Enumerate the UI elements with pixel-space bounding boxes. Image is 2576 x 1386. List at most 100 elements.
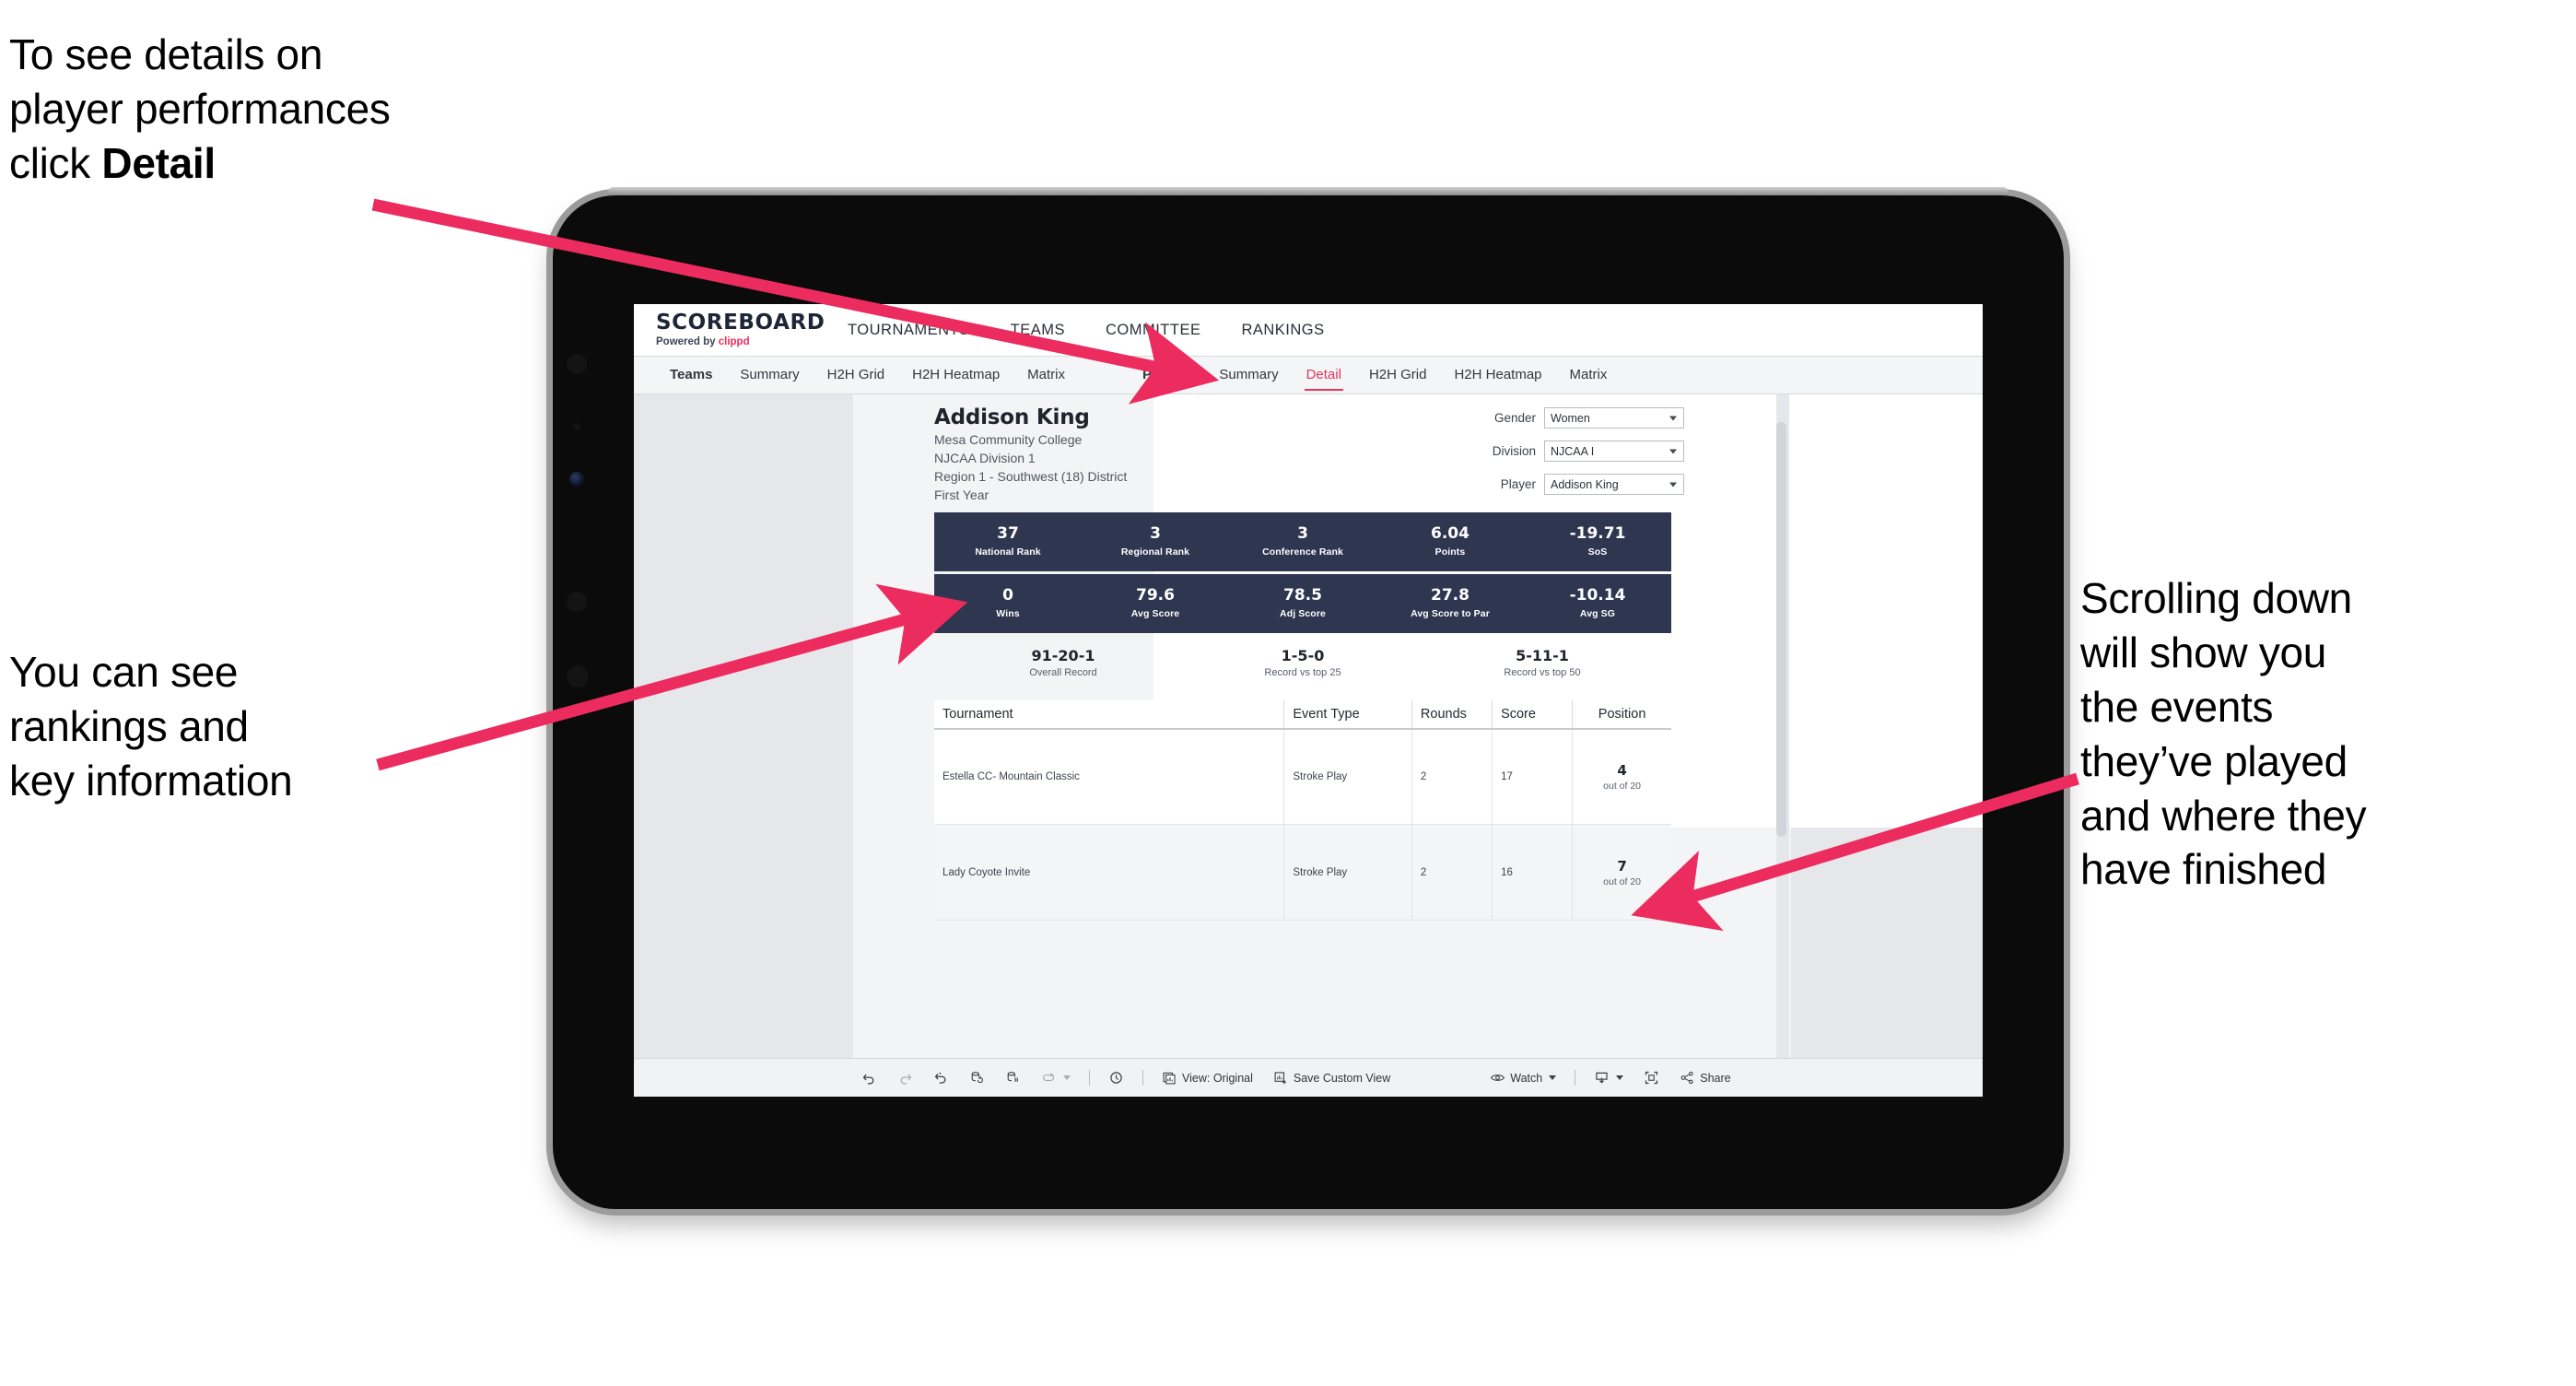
filter-label-player: Player <box>1500 477 1536 491</box>
download-button[interactable] <box>1584 1059 1633 1098</box>
viz-toolbar: View: Original Save Custom View Watch Sh… <box>634 1058 1983 1097</box>
cell-tournament: Estella CC- Mountain Classic <box>934 728 1284 826</box>
stat-conference-rank: 3 Conference Rank <box>1229 524 1376 558</box>
stat-label: SoS <box>1587 546 1608 558</box>
nav-item-rankings[interactable]: RANKINGS <box>1221 304 1344 356</box>
app-header: SCOREBOARD Powered by clippd TOURNAMENTS… <box>634 304 1983 356</box>
cell-rounds: 2 <box>1411 728 1493 826</box>
revert-button[interactable] <box>923 1059 959 1098</box>
scoreboard-logo[interactable]: SCOREBOARD Powered by clippd <box>647 311 825 348</box>
table-row[interactable]: Estella CC- Mountain Classic Stroke Play… <box>934 728 1671 826</box>
record-vs-top-25: 1-5-0 Record vs top 25 <box>1183 647 1423 678</box>
record-vs-top-50: 5-11-1 Record vs top 50 <box>1423 646 1662 678</box>
front-camera-icon <box>569 472 584 487</box>
tab-teams-matrix[interactable]: Matrix <box>1013 356 1079 394</box>
table-row[interactable]: Lady Coyote Invite Stroke Play 2 16 7 ou… <box>934 824 1671 922</box>
callout-scroll-down: Scrolling down will show you the events … <box>2080 571 2513 897</box>
stat-label: Wins <box>996 607 1020 619</box>
vertical-scrollbar[interactable] <box>1776 394 1789 1058</box>
filter-row-player: Player Addison King <box>1472 474 1684 495</box>
stat-value: 79.6 <box>1136 586 1175 605</box>
redo-icon <box>900 1074 912 1085</box>
filter-label-gender: Gender <box>1493 411 1536 425</box>
dashboard-sheet: Addison King Mesa Community College NJCA… <box>853 394 1983 1058</box>
record-label: Overall Record <box>1029 666 1097 678</box>
refresh-data-button[interactable] <box>959 1059 995 1098</box>
fullscreen-button[interactable] <box>1633 1059 1669 1098</box>
position-number: 7 <box>1617 857 1627 875</box>
scrollbar-thumb[interactable] <box>1776 422 1786 837</box>
tab-teams-h2h-heatmap[interactable]: H2H Heatmap <box>898 356 1013 394</box>
logo-wordmark: SCOREBOARD <box>656 311 825 335</box>
logo-tagline: Powered by clippd <box>656 336 814 347</box>
filter-panel: Gender Women Division NJCAA I Player Add… <box>1472 407 1684 507</box>
column-header-rounds[interactable]: Rounds <box>1411 699 1493 730</box>
pause-auto-updates-button[interactable] <box>1098 1059 1134 1098</box>
redo-button[interactable] <box>887 1059 923 1098</box>
tab-players-h2h-grid[interactable]: H2H Grid <box>1355 356 1441 394</box>
player-header: Addison King Mesa Community College NJCA… <box>934 405 1684 505</box>
stat-value: 6.04 <box>1431 524 1469 544</box>
nav-item-teams[interactable]: TEAMS <box>990 304 1085 356</box>
tablet-device-frame: SCOREBOARD Powered by clippd TOURNAMENTS… <box>553 187 2064 1209</box>
gender-select[interactable]: Women <box>1544 407 1684 429</box>
callout-line: To see details on <box>9 30 323 78</box>
stat-value: 3 <box>1150 524 1161 544</box>
watch-button[interactable]: Watch <box>1480 1059 1566 1098</box>
download-icon <box>1596 1072 1608 1084</box>
stat-value: 78.5 <box>1283 586 1322 605</box>
undo-button[interactable] <box>851 1059 887 1098</box>
tab-players-detail[interactable]: Detail <box>1293 356 1355 394</box>
loop-playback-button[interactable] <box>1031 1059 1081 1098</box>
tab-teams-h2h-grid[interactable]: H2H Grid <box>814 356 899 394</box>
nav-item-tournaments[interactable]: TOURNAMENTS <box>827 304 990 356</box>
watch-label: Watch <box>1510 1071 1543 1085</box>
tab-players-matrix[interactable]: Matrix <box>1556 356 1622 394</box>
nav-item-committee[interactable]: COMMITTEE <box>1085 304 1222 356</box>
column-header-position[interactable]: Position <box>1572 699 1671 730</box>
undo-icon <box>862 1074 874 1085</box>
tab-group-players[interactable]: Players <box>1129 356 1205 394</box>
division-select[interactable]: NJCAA I <box>1544 440 1684 462</box>
chevron-down-icon <box>1549 1075 1557 1080</box>
player-select[interactable]: Addison King <box>1544 474 1684 495</box>
tab-players-summary[interactable]: Summary <box>1205 356 1292 394</box>
pause-updates-button[interactable] <box>995 1059 1031 1098</box>
stat-label: Regional Rank <box>1120 546 1190 558</box>
record-value: 5-11-1 <box>1516 646 1569 664</box>
revert-icon <box>934 1072 946 1084</box>
stat-value: 3 <box>1297 524 1308 544</box>
fullscreen-icon <box>1645 1071 1658 1085</box>
callout-line: Scrolling down <box>2080 574 2352 622</box>
stat-label: Avg Score <box>1130 607 1180 619</box>
stat-label: Adj Score <box>1280 607 1326 619</box>
position-field-size: out of 20 <box>1603 781 1642 793</box>
save-custom-view-button[interactable]: Save Custom View <box>1263 1059 1400 1098</box>
stat-avg-score-to-par: 27.8 Avg Score to Par <box>1376 587 1524 619</box>
filter-label-division: Division <box>1492 444 1536 458</box>
stat-label: Points <box>1434 546 1466 558</box>
filter-row-division: Division NJCAA I <box>1472 440 1684 462</box>
tab-group-teams[interactable]: Teams <box>656 356 726 394</box>
column-header-score[interactable]: Score <box>1492 699 1573 730</box>
gender-select-value: Women <box>1551 411 1590 425</box>
column-header-event-type[interactable]: Event Type <box>1283 699 1412 730</box>
tab-players-h2h-heatmap[interactable]: H2H Heatmap <box>1440 356 1555 394</box>
cell-rounds: 2 <box>1411 824 1493 922</box>
tab-teams-summary[interactable]: Summary <box>726 356 813 394</box>
share-button[interactable]: Share <box>1669 1059 1740 1098</box>
share-label: Share <box>1700 1071 1731 1085</box>
view-original-button[interactable]: View: Original <box>1152 1059 1263 1098</box>
table-body: Estella CC- Mountain Classic Stroke Play… <box>934 728 1671 922</box>
table-header-row: Tournament Event Type Rounds Score Posit… <box>934 699 1671 730</box>
stat-sos: -19.71 SoS <box>1524 525 1671 558</box>
column-header-tournament[interactable]: Tournament <box>934 699 1284 730</box>
cell-event-type: Stroke Play <box>1283 728 1412 826</box>
stats-row-secondary: 0 Wins 79.6 Avg Score 78.5 Adj Score 27.… <box>934 573 1671 633</box>
chevron-down-icon <box>1669 416 1677 420</box>
sensor-dot-icon <box>567 592 587 612</box>
primary-nav: TOURNAMENTS TEAMS COMMITTEE RANKINGS <box>827 304 1345 356</box>
callout-click-detail: To see details on player performances cl… <box>9 28 599 191</box>
chevron-down-icon <box>1063 1075 1071 1080</box>
callout-line: key information <box>9 756 293 805</box>
